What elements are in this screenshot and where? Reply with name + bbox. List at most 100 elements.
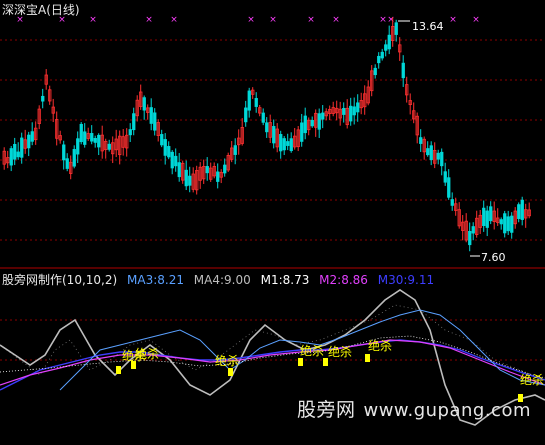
candle-body: [286, 141, 290, 146]
candle-body: [429, 145, 433, 161]
candle-body: [387, 34, 391, 50]
candle-body: [503, 213, 507, 234]
period-label: (日线): [46, 3, 80, 17]
candle-body: [419, 137, 423, 144]
m1-value: M1:8.73: [260, 273, 310, 287]
m2-value: M2:8.86: [319, 273, 368, 287]
candle-body: [300, 122, 304, 142]
signal-label: 绝杀: [520, 372, 544, 387]
candle-body: [384, 44, 388, 51]
candle-body: [65, 158, 69, 169]
candle-body: [517, 204, 521, 219]
indicator-header: 股旁网制作(10,10,2) MA3:8.21 MA4:9.00 M1:8.73…: [2, 271, 440, 288]
candle-body: [223, 164, 227, 174]
candle-body: [30, 131, 34, 142]
watermark: 股旁网 www.gupang.com: [297, 395, 531, 422]
signal-bar: [228, 368, 233, 376]
candle-body: [352, 106, 356, 116]
candle-body: [401, 62, 405, 79]
candle-body: [342, 108, 346, 115]
signal-marker: ×: [307, 15, 315, 25]
high-price-label: 13.64: [412, 20, 444, 33]
chart-title: 深深宝A(日线): [2, 1, 80, 18]
candle-body: [321, 112, 325, 120]
candle-body: [142, 97, 146, 111]
m1-line: [0, 335, 545, 379]
signal-label: 绝杀: [368, 338, 392, 353]
candle-body: [107, 143, 111, 150]
signal-label: 绝杀: [135, 346, 159, 361]
watermark-site: www.gupang.com: [363, 400, 531, 421]
candle-body: [9, 148, 13, 166]
candle-body: [356, 102, 360, 113]
candle-body: [443, 171, 447, 183]
signal-bar: [116, 366, 121, 374]
candle-body: [93, 138, 97, 143]
candle-body: [394, 22, 398, 35]
signal-marker: ×: [449, 15, 457, 25]
signal-marker: ×: [269, 15, 277, 25]
m30-value: M30:9.11: [377, 273, 435, 287]
price-chart-canvas[interactable]: × × × × × × × × × × × × ×13.647.60绝杀绝杀 绝杀绝杀 绝杀 绝杀绝杀: [0, 0, 545, 445]
signal-label: 绝杀: [215, 353, 239, 368]
candle-body: [482, 207, 486, 226]
candle-body: [520, 199, 524, 220]
m2-line: [0, 339, 545, 386]
signal-bar: [323, 358, 328, 366]
signal-label: 绝杀: [300, 343, 324, 358]
candle-body: [310, 119, 314, 127]
candle-body: [16, 151, 20, 158]
candle-body: [76, 138, 80, 155]
candle-body: [272, 126, 276, 144]
candle-body: [265, 122, 269, 133]
signal-marker: ×: [379, 15, 387, 25]
candle-body: [447, 177, 451, 198]
candle-body: [254, 98, 258, 107]
candle-body: [13, 143, 17, 160]
candle-body: [132, 113, 136, 131]
candle-body: [167, 146, 171, 158]
candle-body: [499, 219, 503, 225]
candle-body: [261, 112, 265, 123]
candle-body: [41, 95, 45, 102]
candle-body: [247, 90, 251, 111]
watermark-cn: 股旁网: [296, 399, 356, 421]
candle-body: [244, 107, 248, 123]
candle-body: [97, 134, 101, 148]
candle-body: [303, 115, 307, 134]
candle-body: [377, 55, 381, 64]
chart-window[interactable]: × × × × × × × × × × × × × 13.64 7.60 绝杀 绝杀 绝杀 绝杀 绝杀 绝杀 绝杀 深深宝…: [0, 0, 545, 445]
signal-marker: ×: [472, 15, 480, 25]
signal-bar: [365, 354, 370, 362]
candle-body: [205, 166, 209, 174]
candle-body: [289, 138, 293, 152]
ma3-value: MA3:8.21: [127, 273, 184, 287]
candle-body: [436, 152, 440, 160]
candle-body: [489, 206, 493, 222]
signal-marker: ×: [332, 15, 340, 25]
candle-body: [20, 137, 24, 158]
candle-body: [153, 112, 157, 131]
candle-body: [373, 67, 377, 76]
candle-body: [279, 134, 283, 152]
low-price-label: 7.60: [481, 251, 506, 264]
candle-body: [510, 215, 514, 233]
candle-body: [426, 148, 430, 156]
candle-body: [128, 129, 132, 136]
candle-body: [62, 144, 66, 161]
candle-body: [485, 210, 489, 228]
candle-body: [163, 139, 167, 156]
candle-body: [216, 171, 220, 182]
candle-body: [170, 151, 174, 169]
signal-bar: [298, 358, 303, 366]
signal-marker: ×: [247, 15, 255, 25]
candle-body: [184, 169, 188, 187]
candle-body: [188, 175, 192, 186]
candle-body: [72, 149, 76, 167]
signal-marker: ×: [387, 15, 395, 25]
indicator-name: 股旁网制作(10,10,2): [2, 273, 118, 287]
candle-body: [174, 155, 178, 167]
candle-body: [317, 113, 321, 130]
candle-body: [177, 162, 181, 178]
candle-body: [440, 151, 444, 167]
